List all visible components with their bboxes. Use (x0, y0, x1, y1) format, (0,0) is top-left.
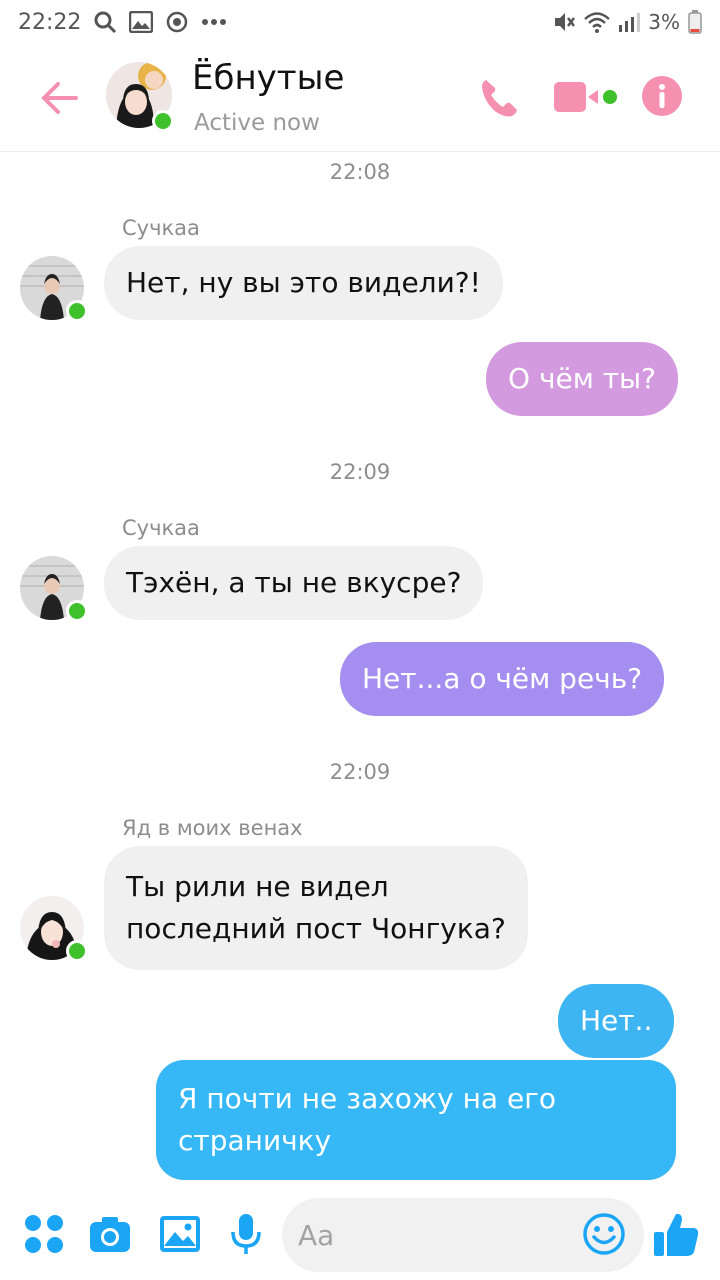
online-indicator (66, 600, 88, 622)
sender-name: Сучкаа (122, 216, 200, 240)
conversation-title: Ёбнутые (192, 58, 345, 98)
message-line: последний пост Чонгука? (126, 912, 506, 945)
video-call-button[interactable] (554, 78, 620, 118)
outgoing-message[interactable]: О чём ты? (486, 342, 679, 416)
gallery-icon (129, 11, 154, 33)
wifi-icon (584, 11, 611, 33)
message-input-box[interactable] (282, 1198, 644, 1272)
battery-icon (688, 10, 702, 34)
battery-percent: 3% (648, 10, 680, 34)
clock: 22:22 (18, 9, 82, 35)
outgoing-message[interactable]: Нет...а о чём речь? (340, 642, 665, 716)
timestamp: 22:09 (329, 460, 391, 484)
phone-icon (482, 80, 517, 117)
sender-avatar[interactable] (20, 556, 88, 622)
thumbs-up-icon (654, 1213, 699, 1256)
sender-avatar[interactable] (20, 256, 88, 322)
incoming-message[interactable]: Ты рили не видел последний пост Чонгука? (104, 846, 528, 970)
voice-message-button[interactable] (224, 1212, 268, 1256)
more-actions-button[interactable] (22, 1212, 66, 1256)
status-bar: 22:22 3% (0, 0, 720, 44)
microphone-icon (231, 1214, 261, 1254)
message-line: Ты рили не видел (126, 870, 389, 903)
message-line: страничку (178, 1124, 332, 1157)
four-dots-icon (25, 1215, 63, 1253)
active-status: Active now (194, 110, 320, 136)
online-indicator (66, 940, 88, 962)
more-icon (201, 18, 227, 26)
emoji-button[interactable] (582, 1212, 626, 1256)
mute-icon (552, 10, 576, 34)
search-icon (93, 10, 117, 34)
gallery-button[interactable] (158, 1212, 202, 1256)
outgoing-message[interactable]: Нет.. (558, 984, 675, 1058)
sender-name: Яд в моих венах (122, 816, 303, 840)
sync-icon (165, 10, 189, 34)
smiley-icon (583, 1213, 625, 1255)
back-button[interactable] (38, 76, 82, 120)
camera-button[interactable] (88, 1212, 132, 1256)
outgoing-message[interactable]: Я почти не захожу на его страничку (156, 1060, 676, 1180)
incoming-message[interactable]: Нет, ну вы это видели?! (104, 246, 503, 320)
arrow-left-icon (42, 82, 78, 114)
info-icon (642, 76, 682, 116)
timestamp: 22:09 (329, 760, 391, 784)
voice-call-button[interactable] (476, 74, 524, 122)
composer-bar (0, 1190, 720, 1280)
info-button[interactable] (640, 74, 684, 118)
message-input[interactable] (298, 1212, 568, 1258)
group-avatar[interactable] (106, 62, 174, 132)
like-button[interactable] (652, 1210, 702, 1260)
video-camera-icon (554, 82, 617, 112)
online-indicator (152, 110, 174, 132)
online-indicator (66, 300, 88, 322)
incoming-message[interactable]: Тэхён, а ты не вкусре? (104, 546, 484, 620)
signal-icon (618, 11, 641, 33)
sender-name: Сучкаа (122, 516, 200, 540)
sender-avatar[interactable] (20, 896, 88, 962)
conversation-header: Ёбнутые Active now (0, 44, 720, 152)
camera-icon (90, 1217, 130, 1252)
timestamp: 22:08 (329, 160, 391, 184)
message-line: Я почти не захожу на его (178, 1082, 557, 1115)
image-icon (160, 1216, 200, 1252)
